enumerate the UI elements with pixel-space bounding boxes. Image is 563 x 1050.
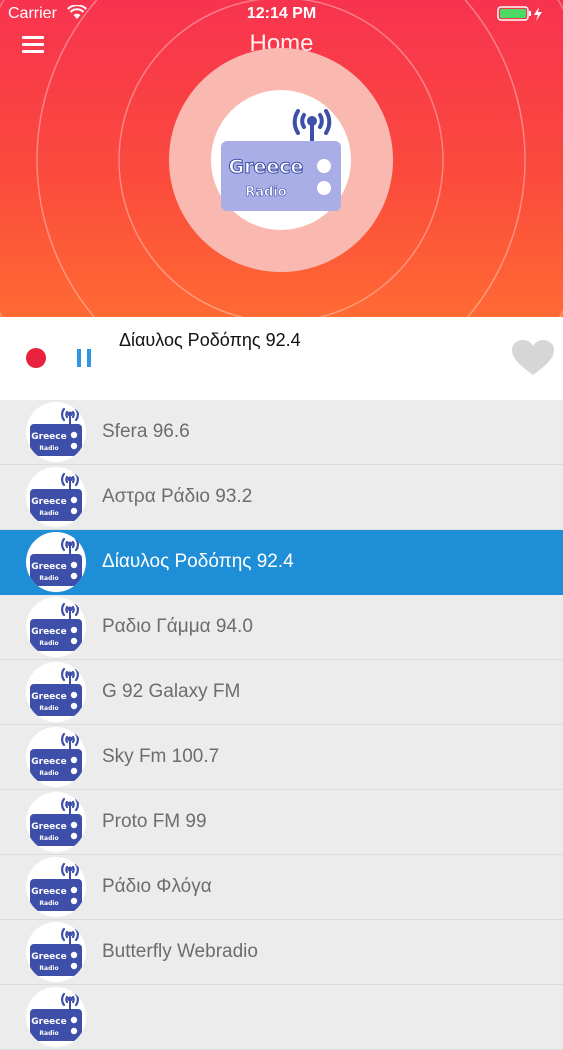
svg-text:Greece: Greece bbox=[31, 952, 66, 962]
svg-text:Radio: Radio bbox=[39, 1030, 58, 1037]
favorite-heart-icon[interactable] bbox=[511, 340, 555, 376]
svg-text:Radio: Radio bbox=[39, 965, 58, 972]
station-list: Greece Radio Sfera 96.6 Greece Radio Αστ… bbox=[0, 400, 563, 1050]
now-playing-title: Δίαυλος Ροδόπης 92.4 bbox=[119, 330, 301, 350]
station-row[interactable]: Greece Radio Ράδιο Φλόγα bbox=[0, 855, 563, 920]
station-logo-icon: Greece Radio bbox=[30, 992, 82, 1041]
station-thumbnail: Greece Radio bbox=[26, 532, 86, 592]
svg-text:Greece: Greece bbox=[31, 627, 66, 637]
station-logo-icon: Greece Radio bbox=[30, 732, 82, 781]
station-row[interactable]: Greece Radio Δίαυλος Ροδόπης 92.4 bbox=[0, 530, 563, 595]
station-logo-icon: Greece Radio bbox=[30, 667, 82, 716]
station-logo-icon: Greece Radio bbox=[30, 797, 82, 846]
station-logo-icon: Greece Radio bbox=[30, 862, 82, 911]
station-row[interactable]: Greece Radio Αστρα Ράδιο 93.2 bbox=[0, 465, 563, 530]
station-thumbnail: Greece Radio bbox=[26, 987, 86, 1047]
svg-text:Greece: Greece bbox=[31, 1017, 66, 1027]
station-name: Ράδιο Φλόγα bbox=[102, 876, 212, 897]
station-logo-icon: Greece Radio bbox=[30, 537, 82, 586]
station-thumbnail: Greece Radio bbox=[26, 402, 86, 462]
svg-text:Greece: Greece bbox=[31, 497, 66, 507]
station-row[interactable]: Greece Radio Butterfly Webradio bbox=[0, 920, 563, 985]
station-name: Αστρα Ράδιο 93.2 bbox=[102, 486, 253, 507]
station-row[interactable]: Greece Radio bbox=[0, 985, 563, 1050]
station-thumbnail: Greece Radio bbox=[26, 727, 86, 787]
logo-text-line2: Radio bbox=[245, 185, 287, 200]
svg-text:Radio: Radio bbox=[39, 900, 58, 907]
svg-text:Greece: Greece bbox=[31, 887, 66, 897]
svg-text:Greece: Greece bbox=[31, 757, 66, 767]
battery-icon bbox=[497, 6, 542, 21]
status-bar: Carrier 12:14 PM bbox=[0, 0, 563, 30]
svg-text:Radio: Radio bbox=[39, 640, 58, 647]
greece-radio-logo: Greece Radio bbox=[221, 109, 341, 211]
svg-text:Greece: Greece bbox=[31, 822, 66, 832]
station-name: Sfera 96.6 bbox=[102, 421, 190, 442]
station-logo-icon: Greece Radio bbox=[30, 602, 82, 651]
station-name: Δίαυλος Ροδόπης 92.4 bbox=[102, 551, 294, 572]
svg-text:Radio: Radio bbox=[39, 770, 58, 777]
station-thumbnail: Greece Radio bbox=[26, 857, 86, 917]
station-row[interactable]: Greece Radio Sky Fm 100.7 bbox=[0, 725, 563, 790]
station-row[interactable]: Greece Radio G 92 Galaxy FM bbox=[0, 660, 563, 725]
clock: 12:14 PM bbox=[246, 5, 317, 22]
svg-text:Radio: Radio bbox=[39, 510, 58, 517]
station-name: Proto FM 99 bbox=[102, 811, 207, 832]
svg-text:Radio: Radio bbox=[39, 835, 58, 842]
svg-text:Greece: Greece bbox=[31, 562, 66, 572]
logo-text-line1: Greece bbox=[229, 156, 304, 178]
station-thumbnail: Greece Radio bbox=[26, 597, 86, 657]
station-logo-icon: Greece Radio bbox=[30, 472, 82, 521]
svg-text:Greece: Greece bbox=[31, 432, 66, 442]
svg-text:Radio: Radio bbox=[39, 705, 58, 712]
station-logo-icon: Greece Radio bbox=[30, 407, 82, 456]
station-row[interactable]: Greece Radio Ραδιο Γάμμα 94.0 bbox=[0, 595, 563, 660]
station-thumbnail: Greece Radio bbox=[26, 662, 86, 722]
svg-text:Greece: Greece bbox=[31, 692, 66, 702]
station-thumbnail: Greece Radio bbox=[26, 467, 86, 527]
station-name: Sky Fm 100.7 bbox=[102, 746, 220, 767]
station-logo-icon: Greece Radio bbox=[30, 927, 82, 976]
pause-icon bbox=[77, 349, 81, 367]
station-name: Butterfly Webradio bbox=[102, 941, 258, 962]
station-name: Ραδιο Γάμμα 94.0 bbox=[102, 616, 253, 637]
svg-text:Radio: Radio bbox=[39, 445, 58, 452]
station-thumbnail: Greece Radio bbox=[26, 792, 86, 852]
record-button[interactable] bbox=[26, 348, 46, 368]
pause-button[interactable] bbox=[77, 349, 91, 367]
station-thumbnail: Greece Radio bbox=[26, 922, 86, 982]
station-row[interactable]: Greece Radio Sfera 96.6 bbox=[0, 400, 563, 465]
svg-text:Radio: Radio bbox=[39, 575, 58, 582]
station-name: G 92 Galaxy FM bbox=[102, 681, 241, 702]
station-row[interactable]: Greece Radio Proto FM 99 bbox=[0, 790, 563, 855]
